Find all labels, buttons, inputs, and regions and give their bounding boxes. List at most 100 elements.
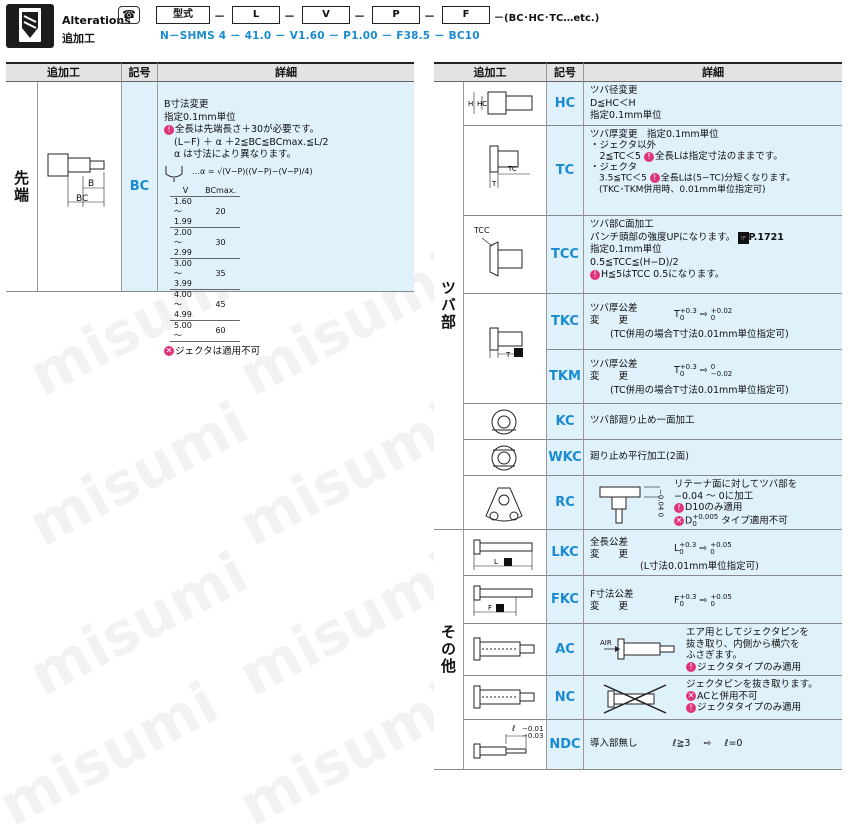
lkc-figure: L bbox=[464, 530, 546, 576]
detail-line: D≦HC＜H bbox=[590, 97, 636, 109]
bcmax-table: V BCmax. 1.60～1.99 20 2.00～2.99 30 3.00～3.9… bbox=[170, 185, 240, 342]
detail-formula: (L−F) ＋ α ＋2≦BC≦BCmax.≦L/2 bbox=[174, 136, 329, 148]
watermark: misumi bbox=[227, 388, 469, 560]
table-header: V bbox=[170, 185, 202, 197]
code-box-type: 型式 bbox=[156, 6, 210, 24]
code-bc: BC bbox=[121, 82, 158, 292]
caution-icon: ! bbox=[164, 124, 174, 135]
page-ref[interactable]: P.1721 bbox=[749, 232, 784, 243]
nc-detail: ジェクタピンを抜き取ります。 ✕ ACと併用不可 ! ジェクタタイプのみ適用 bbox=[584, 676, 842, 720]
fig-label-rc: −0.04 0 bbox=[656, 489, 665, 518]
detail-formula: α は寸法により異なります。 bbox=[174, 149, 297, 160]
code-dash: － bbox=[214, 10, 225, 23]
col-header-code: 記号 bbox=[546, 62, 584, 82]
code-tc: TC bbox=[546, 126, 584, 216]
prohibited-icon: ✕ bbox=[686, 691, 696, 701]
rc-detail: −0.04 0 リテーナ面に対してツバ部を −0.04 ～ 0に加工 ! D10の… bbox=[584, 476, 842, 530]
arrow-icon: ⇨ bbox=[699, 308, 708, 320]
caution-icon: ! bbox=[686, 702, 696, 713]
fkc-detail: F寸法公差変 更 F +0.3 0 ⇨ +0.05 0 bbox=[584, 576, 842, 624]
detail-line: ・ジェクタ bbox=[590, 162, 638, 173]
tcc-figure: TCC bbox=[464, 216, 546, 294]
tol-lower: 0 bbox=[692, 519, 697, 528]
drill-icon bbox=[6, 4, 54, 48]
arrow-icon: ⇨ bbox=[699, 542, 708, 554]
code-dash: － bbox=[354, 10, 365, 23]
detail-line: パンチ頭部の強度UPになります。 bbox=[590, 231, 736, 243]
tkm-detail: ツバ厚公差変 更 T +0.3 0 ⇨ 0 −0.02 (TC併用の場合T寸法0.0… bbox=[584, 350, 842, 404]
detail-line: (TC併用の場合T寸法0.01mm単位指定可) bbox=[610, 385, 789, 396]
code-tkm: TKM bbox=[546, 350, 584, 404]
svg-text:H: H bbox=[468, 100, 473, 108]
prohibited-icon: ✕ bbox=[164, 346, 174, 356]
tc-figure: TC T bbox=[464, 126, 546, 216]
code-box-l: L bbox=[232, 6, 280, 24]
detail-line: ジェクタピンを抜き取ります。 bbox=[686, 679, 818, 690]
header-title-ja: 追加工 bbox=[62, 32, 95, 45]
fig-label-l: ℓ bbox=[512, 724, 516, 733]
watermark: misumi bbox=[17, 538, 259, 710]
col-header-alteration: 追加工 bbox=[6, 62, 121, 82]
page-ref-icon: ☞ bbox=[738, 231, 749, 244]
table-cell: 35 bbox=[201, 258, 240, 290]
fig-tol-lower: −0.03 bbox=[522, 732, 544, 740]
detail-formula: …α = √(V−P)((V−P)−(V−P)/4) bbox=[192, 167, 313, 177]
tol-lower: −0.02 bbox=[710, 370, 733, 378]
ac-side-figure: AIR bbox=[590, 627, 686, 672]
detail-line: 全長Lは指定寸法のままです。 bbox=[654, 151, 783, 162]
detail-line: 指定0.1mm単位 bbox=[590, 244, 662, 255]
detail-line: 変 更 bbox=[590, 371, 629, 382]
detail-line: ジェクタタイプのみ適用 bbox=[697, 702, 802, 713]
code-dash: － bbox=[284, 10, 295, 23]
detail-line: ツバ径変更 bbox=[590, 85, 638, 96]
detail-line: 指定0.1mm単位 bbox=[164, 111, 236, 123]
code-dash: － bbox=[424, 10, 435, 23]
kc-figure bbox=[464, 404, 546, 440]
detail-line: 全長公差 bbox=[590, 537, 629, 548]
tol-lower: 0 bbox=[710, 548, 715, 556]
code-box-v: V bbox=[302, 6, 350, 24]
detail-line: ℓ≧3 bbox=[672, 738, 691, 749]
nc-figure bbox=[464, 676, 546, 720]
caution-icon: ! bbox=[590, 269, 600, 280]
table-cell: 4.00～4.99 bbox=[170, 289, 202, 321]
detail-line: 導入部無し bbox=[590, 738, 638, 749]
arrow-icon: ⇨ bbox=[699, 364, 708, 376]
detail-line: ツバ部C面加工 bbox=[590, 219, 654, 230]
detail-line: ツバ部廻り止め一面加工 bbox=[590, 415, 695, 426]
detail-line: 2≦TC＜5 bbox=[590, 151, 641, 162]
detail-line: ツバ厚公差 bbox=[590, 303, 638, 314]
nc-side-figure bbox=[590, 679, 686, 716]
detail-line: リテーナ面に対してツバ部を bbox=[674, 479, 798, 490]
detail-line: ・ジェクタ以外 bbox=[590, 140, 657, 151]
code-lkc: LKC bbox=[546, 530, 584, 576]
hc-detail: ツバ径変更 D≦HC＜H 指定0.1mm単位 bbox=[584, 82, 842, 126]
fig-tolerance: −0.01 −0.03 bbox=[522, 726, 543, 740]
detail-line: 抜き取り、内側から横穴を bbox=[686, 638, 800, 650]
wkc-figure bbox=[464, 440, 546, 476]
kc-detail: ツバ部廻り止め一面加工 bbox=[584, 404, 842, 440]
tkc-figure: T bbox=[464, 294, 546, 404]
fkc-figure: F bbox=[464, 576, 546, 624]
svg-text:L: L bbox=[494, 558, 498, 566]
detail-line: 0.5≦TCC≦(H−D)/2 bbox=[590, 256, 679, 268]
detail-line: タイプ適用不可 bbox=[721, 515, 788, 526]
code-wkc: WKC bbox=[546, 440, 584, 476]
tol-lower: 0 bbox=[679, 600, 684, 608]
bc-figure: B BC bbox=[38, 82, 121, 292]
caution-icon: ! bbox=[649, 173, 660, 183]
watermark: misumi bbox=[17, 388, 259, 560]
watermark: misumi bbox=[227, 668, 469, 840]
group-flange: ツバ部 bbox=[434, 82, 464, 530]
svg-text:TC: TC bbox=[507, 165, 517, 173]
table-cell: 30 bbox=[201, 227, 240, 259]
tol-lower: 0 bbox=[710, 600, 715, 608]
alpha-figure bbox=[165, 165, 183, 182]
lkc-detail: 全長公差変 更 L +0.3 0 ⇨ +0.05 0 (L寸法0.01mm単位指定可… bbox=[584, 530, 842, 576]
col-header-detail: 詳細 bbox=[158, 62, 414, 82]
table-cell: 3.00～3.99 bbox=[170, 258, 202, 290]
svg-text:T: T bbox=[491, 180, 497, 188]
ndc-detail: 導入部無し ℓ≧3 ⇨ ℓ=0 bbox=[584, 720, 842, 770]
fig-label-air: AIR bbox=[600, 639, 612, 647]
code-nc: NC bbox=[546, 676, 584, 720]
